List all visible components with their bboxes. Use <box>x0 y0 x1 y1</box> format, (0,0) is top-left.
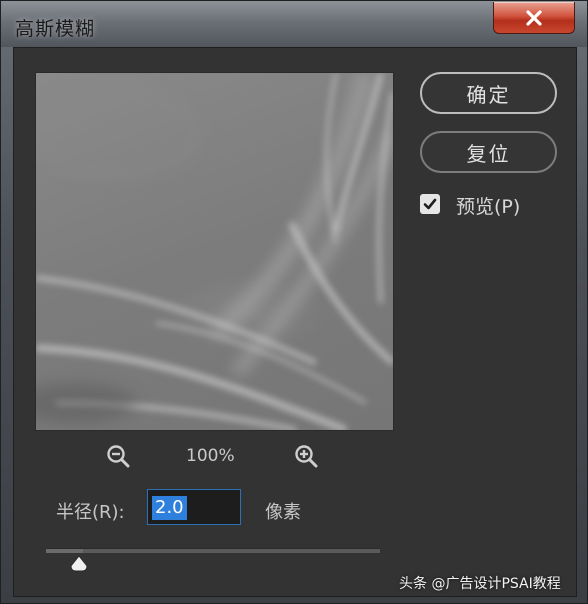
preview-checkbox[interactable] <box>420 194 440 214</box>
radius-input[interactable] <box>147 489 241 525</box>
zoom-out-button[interactable] <box>106 444 130 468</box>
radius-slider-thumb[interactable] <box>69 555 89 573</box>
ok-button[interactable]: 确定 <box>420 72 557 114</box>
watermark-text: 头条 @广告设计PSAI教程 <box>399 576 561 592</box>
zoom-controls: 100% <box>106 444 326 468</box>
zoom-level-label: 100% <box>186 446 235 466</box>
gaussian-blur-dialog: 高斯模糊 100% 半径(R): 2.0 2.0 像素 确定 复位 预览(P) … <box>0 0 588 604</box>
title-bar[interactable]: 高斯模糊 <box>1 1 587 47</box>
zoom-out-icon <box>107 445 130 468</box>
checkmark-icon <box>423 198 437 210</box>
radius-slider-fill <box>46 549 83 553</box>
radius-unit-label: 像素 <box>265 502 301 523</box>
slider-thumb-icon <box>70 555 88 572</box>
dialog-title: 高斯模糊 <box>15 18 96 40</box>
radius-slider[interactable] <box>46 548 380 553</box>
blurred-feather-texture <box>36 73 393 430</box>
preview-image[interactable] <box>35 72 394 431</box>
zoom-in-button[interactable] <box>294 444 318 468</box>
zoom-in-icon <box>295 445 318 468</box>
radius-label: 半径(R): <box>56 502 125 523</box>
dialog-body: 100% 半径(R): 2.0 像素 确定 复位 <box>13 47 577 597</box>
preview-label: 预览(P) <box>456 196 521 218</box>
close-icon <box>526 9 542 26</box>
reset-button[interactable]: 复位 <box>420 131 557 173</box>
close-button[interactable] <box>493 2 575 34</box>
